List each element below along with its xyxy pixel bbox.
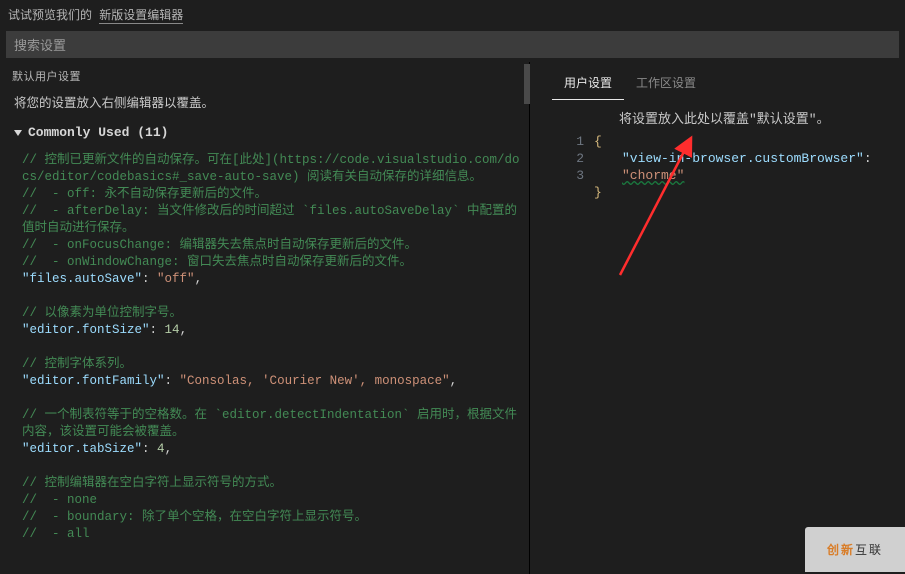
line-gutter: 1 2 3 (572, 133, 594, 201)
default-settings-header: 默认用户设置 (0, 62, 529, 90)
default-settings-pane: 默认用户设置 将您的设置放入右侧编辑器以覆盖。 Commonly Used (1… (0, 62, 530, 574)
scrollbar[interactable] (524, 64, 530, 104)
preview-link[interactable]: 新版设置编辑器 (99, 9, 183, 24)
code-body[interactable]: { "view-in-browser.customBrowser": "chor… (594, 133, 905, 201)
tab-workspace-settings[interactable]: 工作区设置 (624, 70, 708, 100)
search-input[interactable]: 搜索设置 (6, 31, 899, 58)
commonly-used-group[interactable]: Commonly Used (11) (0, 121, 529, 148)
user-settings-editor[interactable]: 1 2 3 { "view-in-browser.customBrowser":… (534, 133, 905, 201)
settings-tabs: 用户设置 工作区设置 (534, 62, 905, 100)
watermark-logo: 创新互联 (805, 527, 905, 572)
default-settings-code[interactable]: // 控制已更新文件的自动保存。可在[此处](https://code.visu… (0, 148, 529, 551)
tab-user-settings[interactable]: 用户设置 (552, 70, 624, 100)
default-settings-subtitle: 将您的设置放入右侧编辑器以覆盖。 (0, 90, 529, 121)
group-title: Commonly Used (11) (28, 125, 168, 140)
user-settings-pane: 用户设置 工作区设置 将设置放入此处以覆盖"默认设置"。 1 2 3 { "vi… (534, 62, 905, 574)
preview-bar: 试试预览我们的 新版设置编辑器 (0, 0, 905, 29)
user-settings-subtitle: 将设置放入此处以覆盖"默认设置"。 (534, 100, 905, 133)
chevron-down-icon (14, 130, 22, 136)
preview-text: 试试预览我们的 (8, 9, 92, 23)
